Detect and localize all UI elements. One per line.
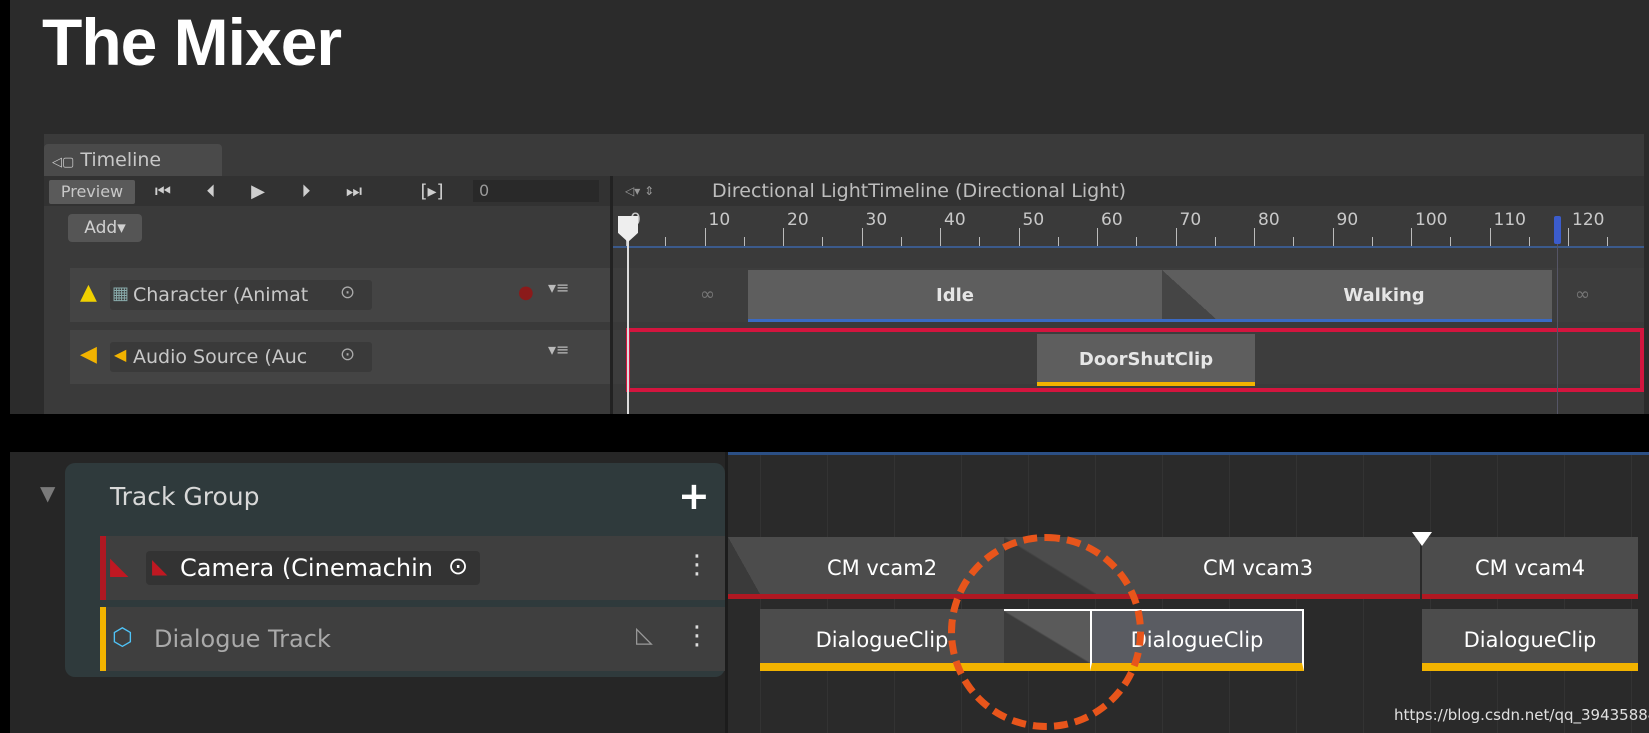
ruler-minor-tick — [1136, 237, 1137, 246]
ruler-minor-tick — [1057, 237, 1059, 246]
ruler-label: 10 — [708, 210, 731, 230]
add-track-button[interactable]: Add▾ — [68, 214, 142, 242]
timeline-tab-icon: ◁▢ — [52, 155, 75, 170]
timeline-tab-label: Timeline — [80, 149, 162, 171]
object-picker-icon[interactable]: ⊙ — [340, 344, 355, 365]
infinite-right-icon: ∞ — [1575, 284, 1590, 305]
track-menu-icon[interactable]: ▾≡ — [548, 340, 569, 359]
ruler-label: 110 — [1493, 210, 1526, 230]
ruler-minor-tick — [822, 237, 823, 246]
blend-region — [728, 537, 760, 599]
play-icon[interactable]: ▶ — [240, 180, 276, 204]
ruler-label: 40 — [944, 210, 966, 230]
track-name: Dialogue Track — [154, 625, 331, 653]
more-options-icon[interactable]: ⋮ — [684, 550, 710, 580]
ruler-tick — [704, 228, 706, 246]
ruler-label: 60 — [1101, 210, 1123, 230]
ruler-tick — [861, 228, 863, 246]
end-marker-line — [1557, 240, 1558, 414]
frame-input[interactable]: 0 — [473, 180, 599, 202]
clip-idle[interactable]: Idle — [748, 270, 1162, 322]
timeline-tab[interactable]: ◁▢ Timeline — [44, 144, 222, 176]
dropdown-arrow-icon: ▾ — [117, 218, 126, 238]
audio-source-icon: ◀ — [114, 345, 127, 364]
ruler-baseline — [728, 452, 1649, 455]
ruler-label: 70 — [1179, 210, 1202, 230]
clip-vcam3[interactable]: CM vcam3 — [1096, 537, 1420, 599]
highlight-box — [626, 328, 1644, 392]
track-name: Character (Animat — [133, 284, 309, 306]
add-label: Add — [84, 218, 118, 238]
ruler-tick — [1568, 228, 1569, 246]
ruler-minor-tick — [1371, 237, 1373, 246]
animator-icon: ▦ — [112, 283, 130, 304]
timeline-asset-title: Directional LightTimeline (Directional L… — [712, 180, 1127, 202]
ruler-minor-tick — [1293, 237, 1294, 246]
dialogue-cube-icon: ⬡ — [112, 623, 133, 651]
ruler-tick — [1175, 228, 1177, 246]
goto-end-icon[interactable]: ⏭ — [336, 180, 372, 204]
animation-track-header[interactable]: ▲ ▦ Character (Animat ⊙ ● ▾≡ — [70, 268, 610, 322]
ruler-tick — [1097, 228, 1098, 246]
camera-icon: ◣ — [110, 552, 129, 580]
ruler-minor-tick — [1528, 237, 1530, 246]
object-picker-icon[interactable]: ⊙ — [340, 282, 355, 303]
curves-icon[interactable]: ◺ — [636, 623, 653, 648]
warning-icon: ▲ — [80, 280, 97, 305]
ruler-tick — [783, 228, 784, 246]
group-title: Track Group — [110, 482, 260, 511]
ruler-label: 120 — [1572, 210, 1605, 230]
ruler-label: 50 — [1022, 210, 1045, 230]
prev-frame-icon[interactable]: ⏴ — [193, 180, 229, 204]
more-options-icon[interactable]: ⋮ — [684, 621, 710, 651]
track-menu-icon[interactable]: ▾≡ — [548, 278, 569, 297]
audio-icon: ◀ — [80, 342, 97, 367]
preview-button[interactable]: Preview — [49, 180, 135, 204]
ruler-label: 100 — [1415, 210, 1448, 230]
ruler-label: 90 — [1336, 210, 1359, 230]
clip-dialogue-3[interactable]: DialogueClip — [1422, 609, 1638, 671]
next-frame-icon[interactable]: ⏵ — [288, 180, 324, 204]
asset-selector-icon[interactable]: ◁▾ ⇕ — [625, 180, 675, 202]
ruler-baseline — [613, 246, 1644, 248]
dialogue-track-header[interactable]: ⬡ Dialogue Track ◺ ⋮ — [106, 607, 725, 671]
ruler-tick — [940, 228, 941, 246]
ruler-minor-tick — [979, 237, 980, 246]
ruler-label: 20 — [787, 210, 809, 230]
ruler-label: 30 — [865, 210, 888, 230]
blend-region — [1162, 270, 1216, 322]
record-icon[interactable]: ● — [518, 282, 534, 303]
ruler-tick — [1411, 228, 1412, 246]
goto-start-icon[interactable]: ⏮ — [145, 180, 181, 204]
ruler-minor-tick — [1214, 237, 1216, 246]
clip-walking[interactable]: Walking — [1216, 270, 1552, 322]
track-name: Audio Source (Auc — [133, 346, 308, 368]
ruler-minor-tick — [1607, 237, 1608, 246]
ruler-tick — [1489, 228, 1491, 246]
add-track-icon[interactable]: + — [678, 476, 710, 516]
playhead-line — [627, 240, 629, 414]
object-picker-icon[interactable]: ⊙ — [448, 552, 468, 580]
play-range-icon[interactable]: [▸] — [414, 180, 450, 204]
ruler-tick — [1332, 228, 1334, 246]
ruler-minor-tick — [1450, 237, 1451, 246]
watermark: https://blog.csdn.net/qq_39435884 — [1394, 706, 1649, 724]
audio-track-header[interactable]: ◀ ◀ Audio Source (Auc ⊙ ▾≡ — [70, 330, 610, 384]
ruler-minor-tick — [900, 237, 902, 246]
ruler-tick — [1018, 228, 1020, 246]
cinemachine-icon: ◣ — [152, 554, 168, 578]
ruler-minor-tick — [743, 237, 745, 246]
slide-title: The Mixer — [42, 5, 342, 79]
ruler-tick — [1254, 228, 1255, 246]
camera-track-header[interactable]: ◣ ◣ Camera (Cinemachin ⊙ ⋮ — [106, 536, 725, 600]
annotation-circle — [948, 534, 1144, 730]
ruler-minor-tick — [665, 237, 666, 246]
ruler-label: 80 — [1258, 210, 1280, 230]
clip-vcam4[interactable]: CM vcam4 — [1422, 537, 1638, 599]
collapse-arrow-icon[interactable]: ▼ — [40, 481, 55, 505]
end-marker[interactable] — [1554, 216, 1561, 244]
track-name: Camera (Cinemachin — [180, 554, 433, 582]
panel-separator — [10, 414, 1649, 452]
infinite-left-icon: ∞ — [700, 284, 715, 305]
